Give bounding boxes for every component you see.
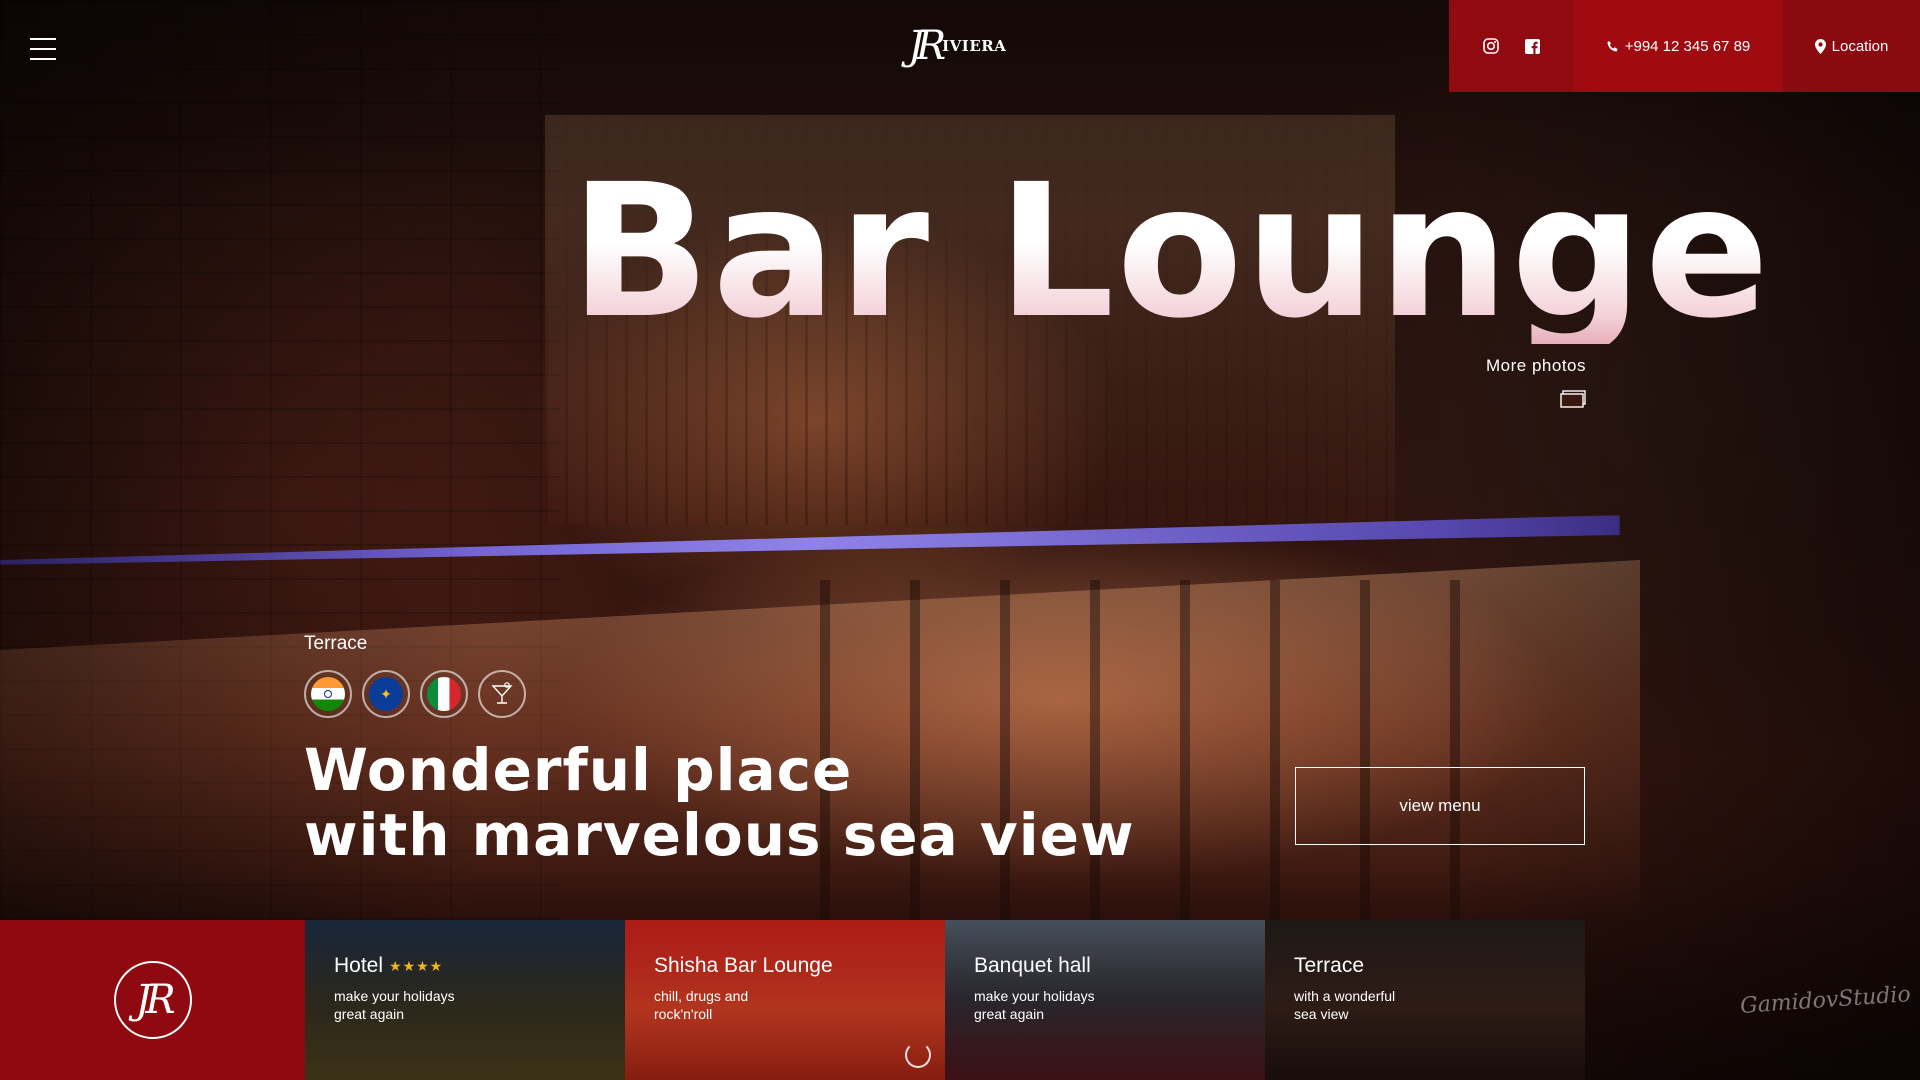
card-subtitle-line-2: great again: [334, 1006, 405, 1022]
india-flag-icon[interactable]: [304, 670, 352, 718]
eu-flag-icon[interactable]: [362, 670, 410, 718]
cocktail-icon[interactable]: [478, 670, 526, 718]
loading-spinner-icon: [905, 1042, 931, 1068]
card-subtitle-line-2: great again: [974, 1006, 1045, 1022]
map-pin-icon: [1814, 38, 1826, 54]
brand-emblem: JR: [113, 961, 192, 1039]
more-photos-label: More photos: [1486, 356, 1586, 375]
logo-text: IVIERA: [942, 37, 1007, 55]
location-label: Location: [1831, 37, 1889, 55]
card-title-text: Hotel: [334, 954, 384, 977]
tagline-line-2: with marvelous sea view: [304, 801, 1135, 869]
phone-link[interactable]: +994 12 345 67 89: [1573, 0, 1783, 92]
more-photos-link[interactable]: More photos: [1430, 356, 1586, 413]
location-link[interactable]: Location: [1783, 0, 1920, 92]
card-subtitle-line-1: with a wonderful: [1294, 988, 1396, 1004]
card-title: Hotel ★★★★: [334, 954, 625, 978]
card-title: Banquet hall: [974, 954, 1265, 978]
card-subtitle-line-1: make your holidays: [334, 988, 455, 1004]
phone-number: +994 12 345 67 89: [1624, 37, 1751, 55]
tagline-line-1: Wonderful place: [304, 736, 853, 804]
card-subtitle: make your holidays great again: [974, 987, 1154, 1023]
card-title: Terrace: [1294, 954, 1585, 978]
card-banquet-hall[interactable]: Banquet hall make your holidays great ag…: [945, 920, 1265, 1080]
card-shisha-bar-lounge[interactable]: Shisha Bar Lounge chill, drugs and rock'…: [625, 920, 945, 1080]
card-title-text: Terrace: [1294, 954, 1365, 977]
venue-strip: JR Hotel ★★★★ make your holidays great a…: [0, 920, 1585, 1080]
card-terrace[interactable]: Terrace with a wonderful sea view: [1265, 920, 1585, 1080]
site-logo[interactable]: JR IVIERA: [908, 23, 1007, 69]
tagline: Wonderful place with marvelous sea view: [304, 738, 1135, 868]
view-menu-button[interactable]: view menu: [1295, 767, 1585, 845]
card-title-text: Shisha Bar Lounge: [654, 954, 833, 977]
card-subtitle: with a wonderful sea view: [1294, 987, 1474, 1023]
card-subtitle-line-2: sea view: [1294, 1006, 1349, 1022]
menu-burger-icon[interactable]: [30, 38, 56, 60]
star-rating: ★★★★: [389, 957, 444, 974]
instagram-icon[interactable]: [1482, 38, 1499, 54]
card-subtitle-line-2: rock'n'roll: [654, 1006, 713, 1022]
top-contact-bar: +994 12 345 67 89 Location: [1449, 0, 1920, 92]
card-subtitle: chill, drugs and rock'n'roll: [654, 987, 834, 1023]
page-title: Bar Lounge: [570, 145, 1772, 359]
language-flags: [304, 670, 526, 718]
brand-tile[interactable]: JR: [0, 920, 305, 1080]
logo-mark: JR: [908, 23, 946, 69]
card-subtitle: make your holidays great again: [334, 987, 514, 1023]
card-subtitle-line-1: make your holidays: [974, 988, 1095, 1004]
facebook-icon[interactable]: [1524, 38, 1540, 54]
card-title-text: Banquet hall: [974, 954, 1091, 977]
social-links: [1449, 0, 1573, 92]
card-subtitle-line-1: chill, drugs and: [654, 988, 749, 1004]
italy-flag-icon[interactable]: [420, 670, 468, 718]
card-title: Shisha Bar Lounge: [654, 954, 945, 978]
card-hotel[interactable]: Hotel ★★★★ make your holidays great agai…: [305, 920, 625, 1080]
phone-icon: [1606, 40, 1619, 53]
gallery-icon: [1560, 390, 1586, 413]
category-label: Terrace: [304, 633, 368, 654]
